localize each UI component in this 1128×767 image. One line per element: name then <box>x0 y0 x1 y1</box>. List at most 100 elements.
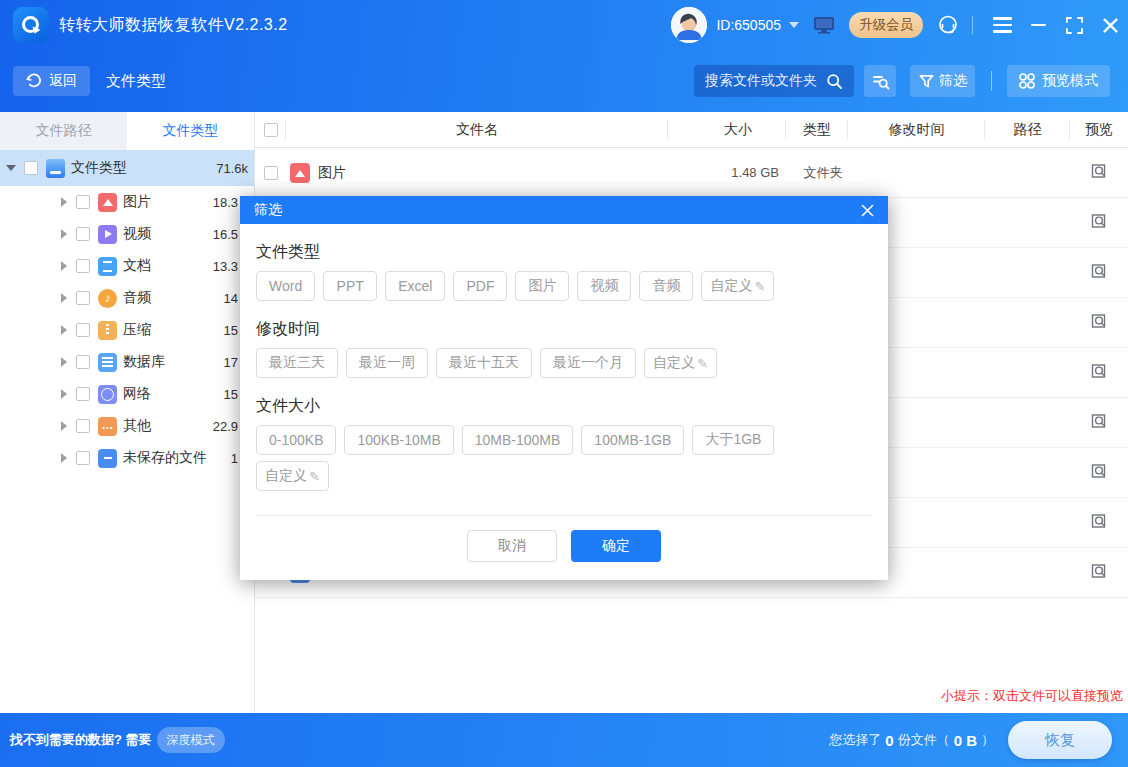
preview-icon[interactable] <box>1090 462 1108 483</box>
preview-icon[interactable] <box>1090 262 1108 283</box>
cancel-button[interactable]: 取消 <box>467 530 557 562</box>
column-header-size[interactable]: 大小 <box>668 112 786 147</box>
checkbox[interactable] <box>76 323 90 337</box>
checkbox[interactable] <box>76 227 90 241</box>
filter-option-button[interactable]: 图片 <box>515 271 569 301</box>
file-name: 图片 <box>318 164 346 182</box>
checkbox[interactable] <box>76 291 90 305</box>
tree-item[interactable]: 压缩15 <box>0 314 254 346</box>
tree-item[interactable]: 视频16.5 <box>0 218 254 250</box>
checkbox[interactable] <box>264 166 278 180</box>
sidebar-tab-file-type[interactable]: 文件类型 <box>127 112 254 150</box>
preview-icon[interactable] <box>1090 312 1108 333</box>
custom-filter-button[interactable]: 自定义✎ <box>644 348 717 378</box>
preview-icon[interactable] <box>1090 562 1108 583</box>
filter-option-button[interactable]: 最近十五天 <box>436 348 532 378</box>
tree-item[interactable]: 网络15 <box>0 378 254 410</box>
filter-option-button[interactable]: 视频 <box>577 271 631 301</box>
filter-options: 最近三天最近一周最近十五天最近一个月自定义✎ <box>256 348 872 378</box>
deep-mode-button[interactable]: 深度模式 <box>157 727 225 753</box>
upgrade-member-button[interactable]: 升级会员 <box>849 12 923 38</box>
pencil-icon: ✎ <box>754 279 765 294</box>
customer-service-icon[interactable] <box>936 13 960 37</box>
filter-option-button[interactable]: 100KB-10MB <box>344 425 453 455</box>
tree-item[interactable]: 音频14 <box>0 282 254 314</box>
collapse-arrow-icon[interactable] <box>61 197 67 207</box>
minimize-button[interactable] <box>1027 14 1049 36</box>
preview-icon[interactable] <box>1090 512 1108 533</box>
preview-icon[interactable] <box>1090 212 1108 233</box>
column-header-path[interactable]: 路径 <box>985 112 1070 147</box>
checkbox[interactable] <box>24 161 38 175</box>
collapse-arrow-icon[interactable] <box>61 229 67 239</box>
file-path <box>985 198 1070 247</box>
recover-button[interactable]: 恢复 <box>1008 721 1112 759</box>
filter-option-button[interactable]: 100MB-1GB <box>581 425 684 455</box>
collapse-arrow-icon[interactable] <box>61 325 67 335</box>
filter-option-button[interactable]: 0-100KB <box>256 425 336 455</box>
column-header-preview[interactable]: 预览 <box>1070 112 1128 147</box>
filter-option-button[interactable]: PDF <box>453 271 507 301</box>
filter-option-button[interactable]: 最近一周 <box>346 348 428 378</box>
avatar[interactable] <box>671 7 707 43</box>
custom-filter-button[interactable]: 自定义✎ <box>701 271 774 301</box>
zip-icon <box>98 321 117 340</box>
collapse-arrow-icon[interactable] <box>61 389 67 399</box>
close-button[interactable] <box>1099 14 1121 36</box>
preview-icon[interactable] <box>1090 162 1108 183</box>
column-header-mtime[interactable]: 修改时间 <box>848 112 985 147</box>
filter-option-button[interactable]: 音频 <box>639 271 693 301</box>
table-row[interactable]: 图片1.48 GB文件夹 <box>255 148 1128 198</box>
checkbox[interactable] <box>76 259 90 273</box>
filter-option-button[interactable]: Word <box>256 271 315 301</box>
collapse-arrow-icon[interactable] <box>61 357 67 367</box>
filter-option-button[interactable]: 大于1GB <box>692 425 774 455</box>
checkbox[interactable] <box>76 355 90 369</box>
checkbox[interactable] <box>76 387 90 401</box>
user-dropdown-caret[interactable] <box>789 22 799 28</box>
monitor-icon[interactable] <box>813 15 835 35</box>
tree-item[interactable]: 数据库17 <box>0 346 254 378</box>
filter-option-button[interactable]: 10MB-100MB <box>462 425 574 455</box>
tree-item-root[interactable]: 文件类型 71.6k <box>0 150 254 186</box>
custom-filter-button[interactable]: 自定义✎ <box>256 461 329 491</box>
back-button[interactable]: 返回 <box>13 66 90 96</box>
tree-item[interactable]: 文档13.3 <box>0 250 254 282</box>
checkbox[interactable] <box>76 451 90 465</box>
filter-option-button[interactable]: PPT <box>323 271 377 301</box>
collapse-arrow-icon[interactable] <box>61 261 67 271</box>
filter-option-button[interactable]: 最近一个月 <box>540 348 636 378</box>
filter-section-title: 文件大小 <box>256 397 872 415</box>
preview-mode-button[interactable]: 预览模式 <box>1007 65 1110 97</box>
preview-icon[interactable] <box>1090 362 1108 383</box>
collapse-arrow-icon[interactable] <box>61 421 67 431</box>
tree-item[interactable]: 图片18.3 <box>0 186 254 218</box>
database-icon <box>98 353 117 372</box>
checkbox[interactable] <box>76 195 90 209</box>
funnel-icon <box>919 74 934 89</box>
preview-icon[interactable] <box>1090 412 1108 433</box>
footer-hint: 找不到需要的数据? 需要 <box>10 731 152 749</box>
column-header-name[interactable]: 文件名 <box>286 112 668 147</box>
search-in-results-button[interactable] <box>864 65 896 97</box>
file-path <box>985 148 1070 197</box>
collapse-arrow-icon[interactable] <box>61 293 67 303</box>
footer: 找不到需要的数据? 需要 深度模式 您选择了 0 份文件（ 0 B ） 恢复 <box>0 713 1128 767</box>
column-header-type[interactable]: 类型 <box>786 112 848 147</box>
filter-options: Word PPT Excel PDF 图片视频音频自定义✎ <box>256 271 872 301</box>
tree-item[interactable]: 未保存的文件1 <box>0 442 254 474</box>
checkbox[interactable] <box>76 419 90 433</box>
sidebar-tab-file-path[interactable]: 文件路径 <box>0 112 127 150</box>
menu-button[interactable] <box>991 14 1013 36</box>
confirm-button[interactable]: 确定 <box>571 530 661 562</box>
select-all-checkbox[interactable] <box>264 123 278 137</box>
dialog-close-icon[interactable] <box>861 204 874 217</box>
filter-button[interactable]: 筛选 <box>910 65 975 97</box>
collapse-arrow-icon[interactable] <box>61 453 67 463</box>
tree-item[interactable]: 其他22.9 <box>0 410 254 442</box>
maximize-button[interactable] <box>1063 14 1085 36</box>
filter-option-button[interactable]: 最近三天 <box>256 348 338 378</box>
search-input[interactable]: 搜索文件或文件夹 <box>694 65 854 97</box>
expand-arrow-icon[interactable] <box>6 165 16 171</box>
filter-option-button[interactable]: Excel <box>385 271 445 301</box>
